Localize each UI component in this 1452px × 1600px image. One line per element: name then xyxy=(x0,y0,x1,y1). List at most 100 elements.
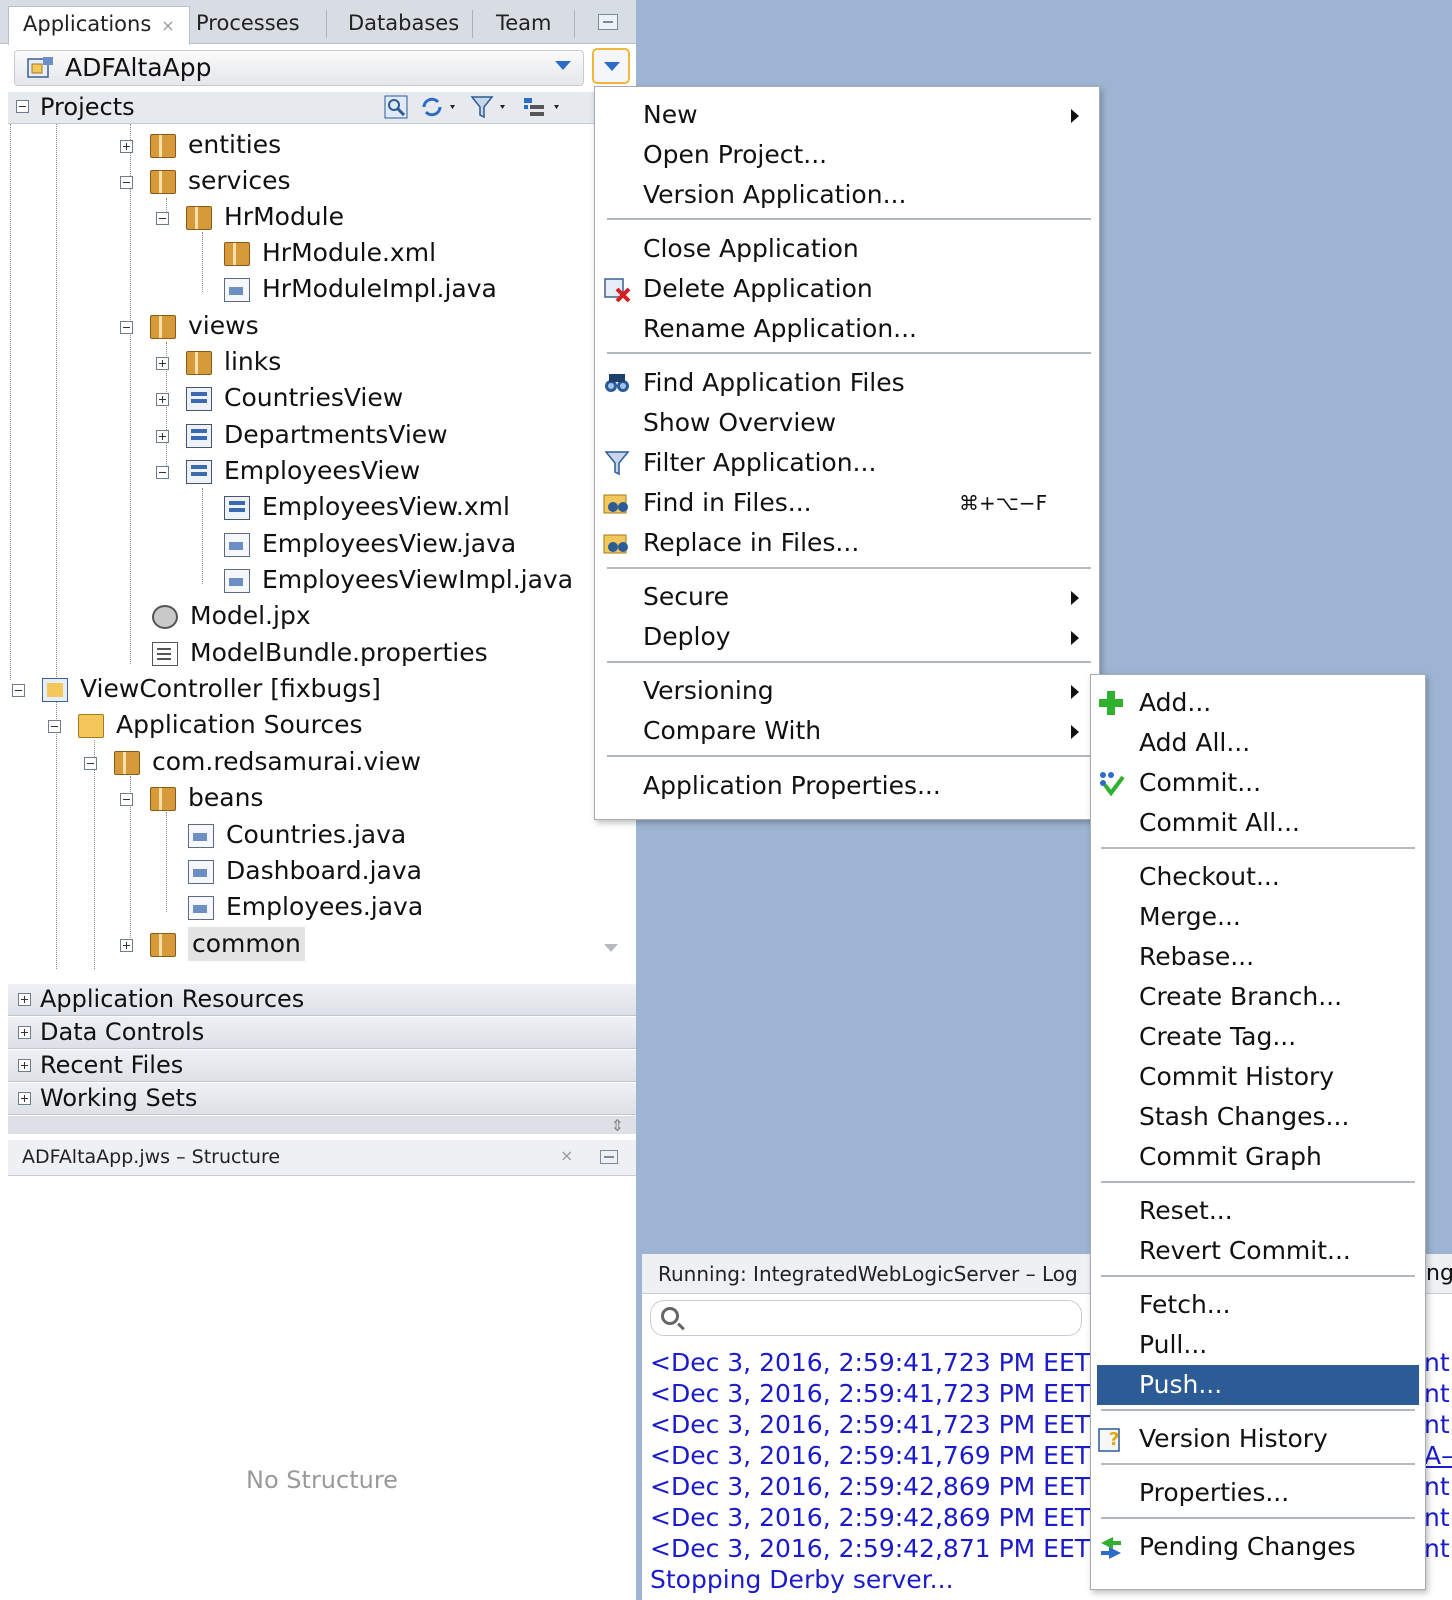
menu-item-label: Show Overview xyxy=(643,408,837,437)
menu-item-push[interactable]: Push... xyxy=(1097,1365,1419,1405)
application-navigator: Applications × Processes Databases Team A… xyxy=(0,0,636,1600)
sync-icon[interactable] xyxy=(420,95,460,119)
panel-splitter[interactable] xyxy=(8,1116,636,1135)
tab-applications[interactable]: Applications × xyxy=(8,6,190,45)
menu-item-properties[interactable]: Properties... xyxy=(1091,1473,1425,1513)
expand-icon[interactable] xyxy=(156,430,169,443)
menu-item-label: Open Project... xyxy=(643,140,828,169)
menu-item-version-application[interactable]: Version Application... xyxy=(595,175,1099,215)
package-icon xyxy=(150,933,176,957)
menu-item-fetch[interactable]: Fetch... xyxy=(1091,1285,1425,1325)
menu-item-versioning[interactable]: Versioning xyxy=(595,671,1099,711)
expand-icon[interactable] xyxy=(156,393,169,406)
menu-item-filter-application[interactable]: Filter Application... xyxy=(595,443,1099,483)
expand-icon[interactable] xyxy=(120,939,133,952)
menu-item-create-tag[interactable]: Create Tag... xyxy=(1091,1017,1425,1057)
menu-separator xyxy=(607,218,1091,220)
menu-item-deploy[interactable]: Deploy xyxy=(595,617,1099,657)
menu-item-find-application-files[interactable]: Find Application Files xyxy=(595,363,1099,403)
menu-item-commit-history[interactable]: Commit History xyxy=(1091,1057,1425,1097)
folder-icon xyxy=(78,714,104,738)
menu-item-open-project[interactable]: Open Project... xyxy=(595,135,1099,175)
menu-item-stash-changes[interactable]: Stash Changes... xyxy=(1091,1097,1425,1137)
menu-item-pending-changes[interactable]: Pending Changes xyxy=(1091,1527,1425,1567)
menu-item-label: Reset... xyxy=(1139,1196,1233,1225)
collapse-icon[interactable] xyxy=(120,321,133,334)
menu-item-pull[interactable]: Pull... xyxy=(1091,1325,1425,1365)
expand-icon[interactable] xyxy=(18,993,31,1006)
menu-item-add[interactable]: Add... xyxy=(1091,683,1425,723)
accordion-data-controls[interactable]: Data Controls xyxy=(8,1017,636,1049)
menu-item-reset[interactable]: Reset... xyxy=(1091,1191,1425,1231)
expand-icon[interactable] xyxy=(156,357,169,370)
minimize-icon[interactable] xyxy=(598,14,618,30)
menu-item-replace-in-files[interactable]: Replace in Files... xyxy=(595,523,1099,563)
find-icon[interactable] xyxy=(384,95,408,119)
minimize-icon[interactable] xyxy=(600,1150,618,1164)
projects-header[interactable]: Projects xyxy=(8,92,636,124)
menu-item-new[interactable]: New xyxy=(595,95,1099,135)
accordion-application-resources[interactable]: Application Resources xyxy=(8,984,636,1016)
expand-icon[interactable] xyxy=(18,1092,31,1105)
tree-item-label: entities xyxy=(188,130,282,159)
collapse-icon[interactable] xyxy=(120,176,133,189)
menu-item-label: New xyxy=(643,100,698,129)
menu-item-show-overview[interactable]: Show Overview xyxy=(595,403,1099,443)
collapse-icon[interactable] xyxy=(156,212,169,225)
close-icon[interactable]: × xyxy=(560,1146,573,1165)
menu-item-find-in-files[interactable]: Find in Files... ⌘+⌥−F xyxy=(595,483,1099,523)
structure-title: ADFAltaApp.jws – Structure xyxy=(22,1146,281,1168)
menu-item-add-all[interactable]: Add All... xyxy=(1091,723,1425,763)
accordion-label: Recent Files xyxy=(40,1051,184,1079)
tree-item-label: HrModule xyxy=(224,202,344,231)
application-menu-button[interactable] xyxy=(592,48,630,84)
menu-item-merge[interactable]: Merge... xyxy=(1091,897,1425,937)
menu-item-create-branch[interactable]: Create Branch... xyxy=(1091,977,1425,1017)
menu-item-version-history[interactable]: ? Version History xyxy=(1091,1419,1425,1459)
menu-item-commit-graph[interactable]: Commit Graph xyxy=(1091,1137,1425,1177)
tree-item-label: links xyxy=(224,347,282,376)
scroll-down-icon[interactable] xyxy=(604,944,618,952)
log-line-fragment[interactable]: A– xyxy=(1424,1441,1452,1471)
menu-item-rebase[interactable]: Rebase... xyxy=(1091,937,1425,977)
collapse-icon[interactable] xyxy=(156,466,169,479)
application-selector[interactable]: ADFAltaApp xyxy=(14,50,584,86)
menu-item-commit[interactable]: Commit... xyxy=(1091,763,1425,803)
versioning-submenu: Add... Add All... Commit... Commit All..… xyxy=(1090,674,1426,1590)
filter-icon xyxy=(604,451,630,476)
menu-item-delete-application[interactable]: Delete Application xyxy=(595,269,1099,309)
collapse-icon[interactable] xyxy=(16,100,29,113)
menu-item-close-application[interactable]: Close Application xyxy=(595,229,1099,269)
menu-item-compare-with[interactable]: Compare With xyxy=(595,711,1099,751)
accordion-recent-files[interactable]: Recent Files xyxy=(8,1050,636,1082)
menu-item-secure[interactable]: Secure xyxy=(595,577,1099,617)
collapse-icon[interactable] xyxy=(120,793,133,806)
menu-item-revert-commit[interactable]: Revert Commit... xyxy=(1091,1231,1425,1271)
tree-options-icon[interactable] xyxy=(522,95,566,119)
filter-icon[interactable] xyxy=(470,95,510,119)
close-icon[interactable]: × xyxy=(161,16,174,35)
expand-icon[interactable] xyxy=(120,140,133,153)
project-icon xyxy=(42,678,68,702)
expand-icon[interactable] xyxy=(18,1059,31,1072)
menu-item-commit-all[interactable]: Commit All... xyxy=(1091,803,1425,843)
tab-team[interactable]: Team xyxy=(482,6,566,42)
collapse-icon[interactable] xyxy=(48,720,61,733)
collapse-icon[interactable] xyxy=(12,684,25,697)
expand-icon[interactable] xyxy=(18,1026,31,1039)
menu-item-label: Pending Changes xyxy=(1139,1532,1356,1561)
tab-databases[interactable]: Databases xyxy=(334,6,473,42)
menu-item-rename-application[interactable]: Rename Application... xyxy=(595,309,1099,349)
accordion-working-sets[interactable]: Working Sets xyxy=(8,1083,636,1115)
tree-item-label: common xyxy=(188,927,305,961)
menu-item-label: Properties... xyxy=(1139,1478,1290,1507)
menu-item-label: Version History xyxy=(1139,1424,1328,1453)
module-icon xyxy=(224,242,250,266)
log-search-input[interactable] xyxy=(650,1300,1082,1336)
menu-item-checkout[interactable]: Checkout... xyxy=(1091,857,1425,897)
collapse-icon[interactable] xyxy=(84,757,97,770)
menu-item-label: Filter Application... xyxy=(643,448,877,477)
tab-processes[interactable]: Processes xyxy=(182,6,314,42)
menu-item-application-properties[interactable]: Application Properties... xyxy=(595,766,1099,806)
view-object-icon xyxy=(186,460,212,484)
